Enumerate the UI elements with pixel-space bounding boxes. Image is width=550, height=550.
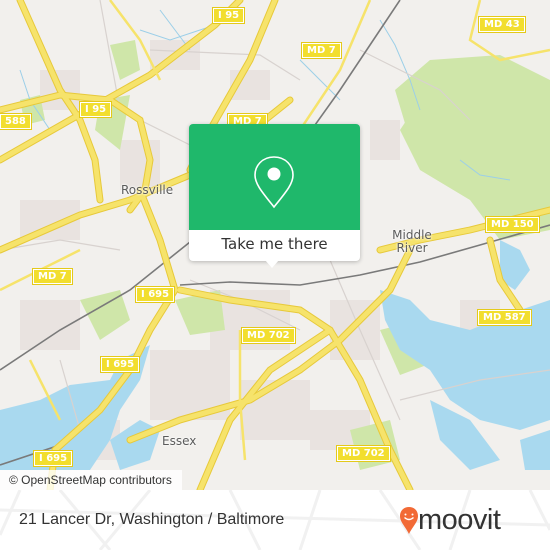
place-rossville: Rossville — [121, 183, 174, 197]
shield-i695-south: I 695 — [99, 356, 141, 373]
popup-pointer — [265, 260, 279, 268]
popup-header — [189, 124, 360, 230]
shield-md702-north: MD 702 — [241, 327, 296, 344]
map-attribution[interactable]: © OpenStreetMap contributors — [0, 470, 182, 490]
location-popup: Take me there — [189, 124, 360, 268]
map-pin-icon — [254, 156, 294, 209]
shield-md702-south: MD 702 — [336, 445, 391, 462]
moovit-logo[interactable]: moovit — [398, 500, 538, 540]
shield-i95-north: I 95 — [211, 7, 246, 24]
place-essex: Essex — [162, 434, 197, 448]
shield-588: 588 — [0, 113, 32, 130]
shield-md7-west: MD 7 — [32, 268, 73, 285]
shield-md7-center: MD 7 — [301, 42, 342, 59]
shield-i695-center: I 695 — [134, 286, 176, 303]
shield-md150: MD 150 — [485, 216, 540, 233]
shield-i695-southwest: I 695 — [32, 450, 74, 467]
moovit-smile-pin-icon — [400, 507, 418, 534]
address-label: 21 Lancer Dr, Washington / Baltimore — [19, 511, 285, 528]
place-middle-river: Middle River — [392, 228, 432, 255]
shield-i95-west: I 95 — [78, 101, 113, 118]
moovit-wordmark: moovit — [418, 504, 501, 536]
shield-md587: MD 587 — [477, 309, 532, 326]
take-me-there-button[interactable]: Take me there — [189, 230, 360, 261]
map-canvas[interactable]: I 95 I 95 588 MD 7 MD 7 MD 43 MD 7 I 695… — [0, 0, 550, 490]
shield-md43: MD 43 — [478, 16, 526, 33]
footer-bar: 21 Lancer Dr, Washington / Baltimore moo… — [0, 490, 550, 550]
